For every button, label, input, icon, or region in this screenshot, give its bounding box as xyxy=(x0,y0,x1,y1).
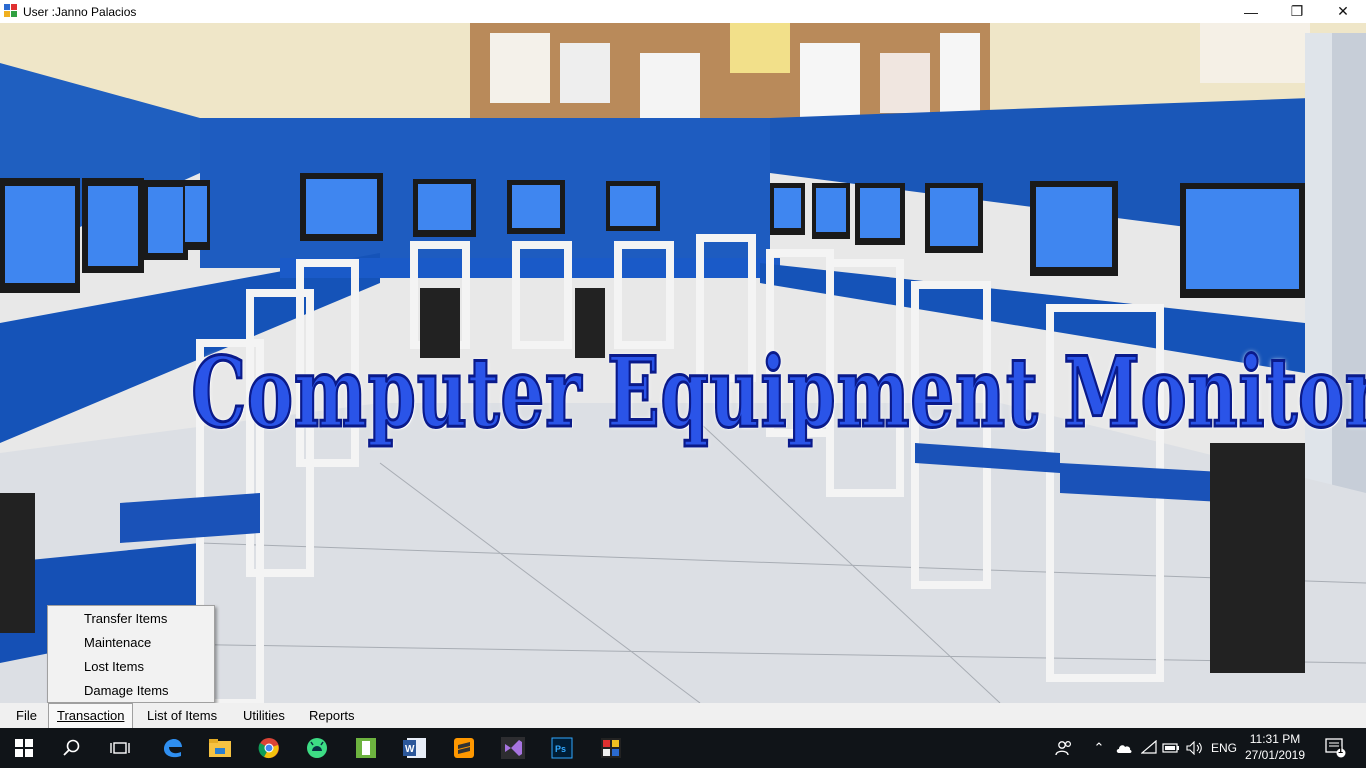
visual-studio-taskbar-button[interactable] xyxy=(489,728,537,768)
edge-icon xyxy=(164,739,182,758)
search-icon xyxy=(63,739,80,756)
menu-utilities[interactable]: Utilities xyxy=(235,703,293,728)
people-icon xyxy=(1055,740,1072,756)
app-icon xyxy=(4,4,17,17)
menu-reports[interactable]: Reports xyxy=(301,703,363,728)
maximize-icon: ❐ xyxy=(1290,3,1304,19)
window-title: User :Janno Palacios xyxy=(23,5,137,19)
task-view-icon xyxy=(110,742,130,754)
start-button[interactable] xyxy=(0,728,48,768)
chevron-up-icon: ⌃ xyxy=(1093,740,1105,755)
wifi-icon xyxy=(1141,740,1157,754)
battery-button[interactable] xyxy=(1160,728,1182,768)
android-studio-taskbar-button[interactable] xyxy=(293,728,341,768)
volume-button[interactable] xyxy=(1184,728,1206,768)
file-explorer-taskbar-button[interactable] xyxy=(196,728,244,768)
color-app-icon xyxy=(601,738,621,758)
network-button[interactable] xyxy=(1138,728,1160,768)
photoshop-taskbar-button[interactable]: Ps xyxy=(538,728,586,768)
minimize-icon: — xyxy=(1244,3,1258,20)
menu-gutter xyxy=(48,606,72,702)
notification-count-badge: 1 xyxy=(1338,745,1344,755)
menu-transaction-label: Transaction xyxy=(57,708,125,723)
clock-time: 11:31 PM xyxy=(1249,732,1301,746)
close-icon: ✕ xyxy=(1337,3,1349,19)
svg-text:W: W xyxy=(405,744,415,755)
close-button[interactable]: ✕ xyxy=(1320,0,1366,23)
taskbar: W Ps ⌃ ENG 11:31 PM 27/01/2019 1 xyxy=(0,728,1366,768)
search-button[interactable] xyxy=(48,728,96,768)
color-app-taskbar-button[interactable] xyxy=(587,728,635,768)
speaker-icon xyxy=(1186,741,1202,755)
cloud-icon xyxy=(1116,745,1132,753)
menu-item-lost-items[interactable]: Lost Items xyxy=(84,655,212,679)
notification-icon xyxy=(1325,738,1346,758)
chrome-icon xyxy=(258,738,279,759)
menu-list-of-items[interactable]: List of Items xyxy=(139,703,225,728)
android-studio-icon xyxy=(307,738,327,758)
menu-bar: File Transaction List of Items Utilities… xyxy=(0,703,1366,728)
photoshop-icon: Ps xyxy=(551,737,573,759)
word-icon: W xyxy=(403,738,426,758)
clock-date: 27/01/2019 xyxy=(1244,748,1306,762)
show-hidden-icons-button[interactable]: ⌃ xyxy=(1090,728,1108,768)
people-button[interactable] xyxy=(1050,728,1078,768)
battery-icon xyxy=(1162,743,1179,753)
menu-item-transfer-items[interactable]: Transfer Items xyxy=(84,607,212,631)
onedrive-button[interactable] xyxy=(1112,728,1136,768)
menu-transaction[interactable]: Transaction xyxy=(48,703,134,728)
svg-text:Ps: Ps xyxy=(555,744,566,754)
minimize-button[interactable]: — xyxy=(1228,0,1274,23)
title-bar: User :Janno Palacios — ❐ ✕ xyxy=(0,0,1366,23)
language-indicator[interactable]: ENG xyxy=(1208,728,1240,768)
visual-studio-icon xyxy=(501,737,525,759)
word-taskbar-button[interactable]: W xyxy=(391,728,439,768)
clock[interactable]: 11:31 PM 27/01/2019 xyxy=(1240,731,1310,763)
folder-icon xyxy=(209,739,231,757)
system-title: Computer Equipment Monitoring System xyxy=(190,336,1366,449)
menu-item-damage-items[interactable]: Damage Items xyxy=(84,679,212,703)
windows-logo-icon xyxy=(15,739,33,757)
maximize-button[interactable]: ❐ xyxy=(1274,0,1320,23)
action-center-button[interactable]: 1 xyxy=(1316,728,1356,768)
transaction-dropdown-menu: Transfer Items Maintenace Lost Items Dam… xyxy=(47,605,215,703)
sublime-text-icon xyxy=(454,738,474,758)
chrome-taskbar-button[interactable] xyxy=(245,728,293,768)
task-view-button[interactable] xyxy=(96,728,144,768)
background-image: Computer Equipment Monitoring System xyxy=(0,23,1366,703)
menu-item-maintenance[interactable]: Maintenace xyxy=(84,631,212,655)
menu-file[interactable]: File xyxy=(8,703,45,728)
green-app-taskbar-button[interactable] xyxy=(342,728,390,768)
green-app-icon xyxy=(356,738,376,758)
sublime-taskbar-button[interactable] xyxy=(440,728,488,768)
edge-taskbar-button[interactable] xyxy=(148,728,196,768)
